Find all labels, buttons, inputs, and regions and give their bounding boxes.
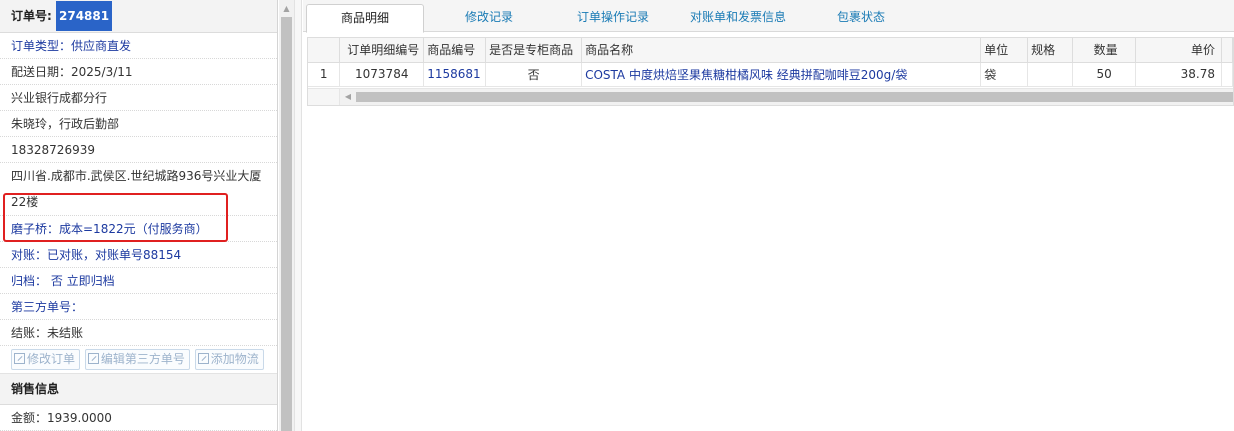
cell-quantity: 50 <box>1072 62 1137 87</box>
delivery-address: 四川省.成都市.武侯区.世纪城路936号兴业大厦22楼 <box>0 163 277 216</box>
order-number-label: 订单号: <box>11 9 52 23</box>
delivery-date: 配送日期：2025/3/11 <box>0 59 277 85</box>
edit-third-party-label: 编辑第三方单号 <box>100 352 185 366</box>
tab-package-status[interactable]: 包裹状态 <box>803 4 919 32</box>
order-number-row: 订单号: 274881 <box>0 0 277 33</box>
header-unit-price[interactable]: 单价 <box>1135 38 1222 63</box>
tab-bar: 商品明细 修改记录 订单操作记录 对账单和发票信息 包裹状态 <box>303 0 1234 33</box>
customer-bank: 兴业银行成都分行 <box>0 85 277 111</box>
header-spec[interactable]: 规格 <box>1027 38 1073 63</box>
cell-unit-price: 38.78 <box>1135 62 1222 87</box>
cell-counter: 否 <box>485 62 583 87</box>
header-index <box>308 38 341 63</box>
contact-person: 朱晓玲，行政后勤部 <box>0 111 277 137</box>
cell-overflow <box>1221 62 1233 87</box>
contact-phone: 18328726939 <box>0 137 277 163</box>
row-index: 1 <box>308 62 341 87</box>
tab-statement-invoice[interactable]: 对账单和发票信息 <box>673 4 803 32</box>
scroll-left-arrow-icon[interactable]: ◀ <box>341 89 355 105</box>
modify-order-button[interactable]: 修改订单 <box>11 349 81 370</box>
table-horizontal-scrollbar[interactable]: ◀ <box>308 88 1233 105</box>
modify-order-label: 修改订单 <box>27 352 76 366</box>
table-header-row: 订单明细编号 商品编号 是否是专柜商品 商品名称 单位 规格 数量 单价 <box>308 38 1233 63</box>
order-type: 订单类型：供应商直发 <box>0 33 277 59</box>
detail-panel: 商品明细 修改记录 订单操作记录 对账单和发票信息 包裹状态 订单明细编号 商品… <box>303 0 1234 431</box>
edit-icon <box>14 353 25 364</box>
edit-icon <box>87 353 99 364</box>
order-actions: 修改订单 编辑第三方单号 添加物流 <box>0 346 277 374</box>
scroll-thumb[interactable] <box>281 17 292 431</box>
header-product-id[interactable]: 商品编号 <box>423 38 487 63</box>
header-overflow <box>1221 38 1233 63</box>
product-table: 订单明细编号 商品编号 是否是专柜商品 商品名称 单位 规格 数量 单价 1 1… <box>307 37 1234 106</box>
sales-amount: 金额：1939.0000 <box>0 405 277 431</box>
header-product-name[interactable]: 商品名称 <box>581 38 982 63</box>
settlement-status: 结账：未结账 <box>0 320 277 346</box>
left-scrollbar[interactable]: ▲ <box>279 0 294 431</box>
header-quantity[interactable]: 数量 <box>1072 38 1137 63</box>
order-number[interactable]: 274881 <box>56 1 113 31</box>
archive-status[interactable]: 归档： 否 立即归档 <box>0 268 277 294</box>
add-logistics-label: 添加物流 <box>210 352 259 366</box>
tab-modification-log[interactable]: 修改记录 <box>431 4 547 32</box>
cell-spec <box>1027 62 1073 87</box>
scrollbar-corner <box>308 89 340 105</box>
edit-icon <box>197 353 209 364</box>
tab-product-details[interactable]: 商品明细 <box>306 4 424 33</box>
table-row[interactable]: 1 1073784 1158681 否 COSTA 中度烘焙坚果焦糖柑橘风味 经… <box>308 62 1233 87</box>
sales-section-title: 销售信息 <box>0 374 277 405</box>
header-counter[interactable]: 是否是专柜商品 <box>485 38 583 63</box>
third-party-number: 第三方单号： <box>0 294 277 320</box>
edit-third-party-button[interactable]: 编辑第三方单号 <box>84 349 190 370</box>
panel-splitter[interactable] <box>294 0 302 431</box>
scroll-up-arrow-icon[interactable]: ▲ <box>279 0 294 17</box>
header-unit[interactable]: 单位 <box>980 38 1029 63</box>
reconcile-status[interactable]: 对账：已对账，对账单号88154 <box>0 242 277 268</box>
cell-product-id[interactable]: 1158681 <box>423 62 487 87</box>
horizontal-scroll-thumb[interactable] <box>356 92 1233 102</box>
header-detail-id[interactable]: 订单明细编号 <box>339 38 425 63</box>
cell-unit: 袋 <box>980 62 1029 87</box>
cell-product-name[interactable]: COSTA 中度烘焙坚果焦糖柑橘风味 经典拼配咖啡豆200g/袋 <box>581 62 982 87</box>
cost-info: 磨子桥：成本=1822元（付服务商） <box>0 216 277 242</box>
cell-detail-id: 1073784 <box>339 62 425 87</box>
add-logistics-button[interactable]: 添加物流 <box>194 349 264 370</box>
order-info-panel: 订单号: 274881 订单类型：供应商直发 配送日期：2025/3/11 兴业… <box>0 0 278 431</box>
tab-operation-log[interactable]: 订单操作记录 <box>553 4 673 32</box>
